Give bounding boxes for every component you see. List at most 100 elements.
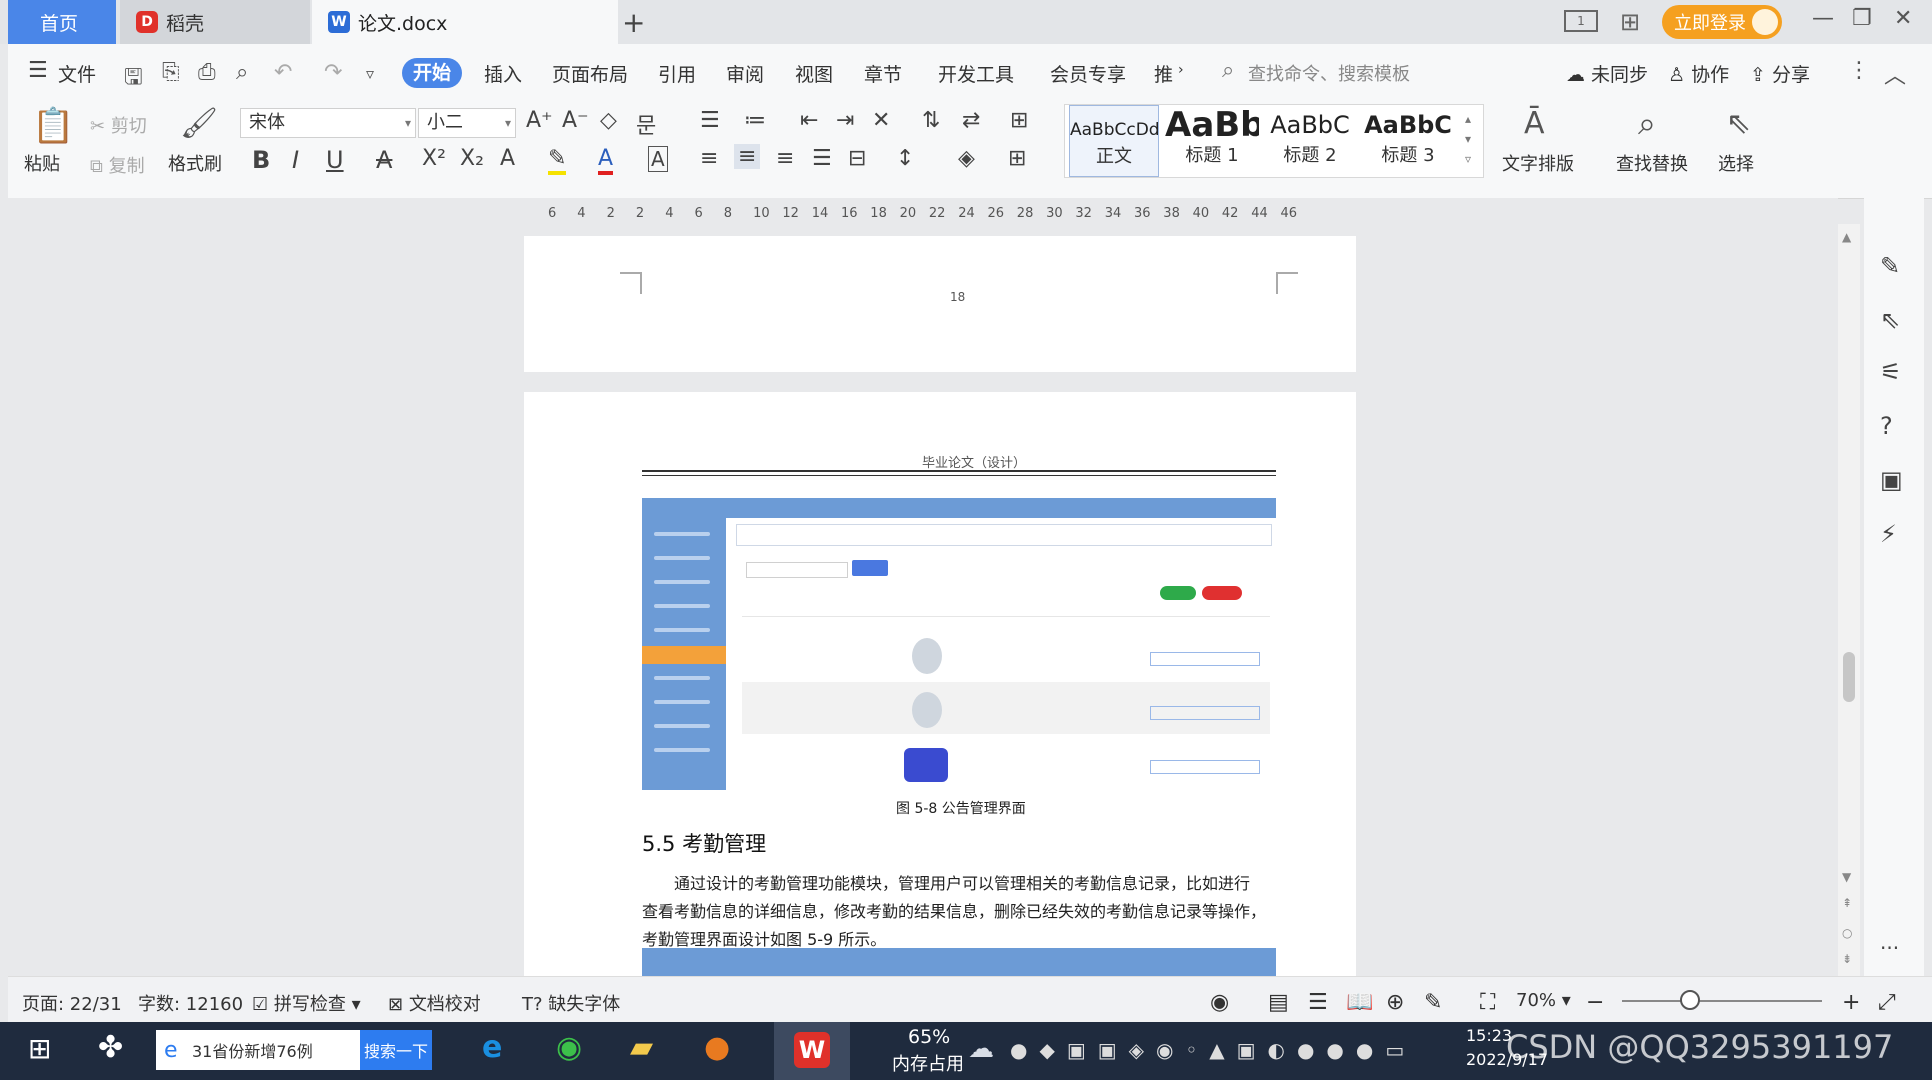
cut-button[interactable]: ✂ 剪切 [90, 112, 147, 138]
distribute-icon[interactable]: ⊟ [848, 146, 866, 171]
increase-indent-icon[interactable]: ⇥ [836, 108, 854, 133]
tab-document[interactable]: W 论文.docx [312, 0, 618, 44]
wps-taskbar-button[interactable]: W [774, 1022, 850, 1080]
collaborate-button[interactable]: ♙ 协作 [1668, 60, 1729, 87]
scroll-down-icon[interactable]: ▼ [1842, 870, 1851, 884]
menu-start[interactable]: 开始 [402, 58, 462, 88]
shading-icon[interactable]: ◈ [958, 146, 975, 171]
magnifier-icon[interactable]: ⌕ [1638, 104, 1656, 143]
close-icon[interactable]: ✕ [1894, 6, 1912, 31]
align-left-icon[interactable]: ≡ [700, 146, 718, 171]
chinese-layout-icon[interactable]: ✕ [872, 108, 890, 133]
more-icon[interactable]: ··· [1880, 936, 1899, 960]
paste-button[interactable]: 粘贴 [24, 150, 60, 176]
command-search-input[interactable]: 查找命令、搜索模板 [1248, 60, 1410, 86]
menu-member[interactable]: 会员专享 [1050, 60, 1126, 87]
style-gallery-scroll-icon[interactable]: ▴ ▾ ▿ [1465, 109, 1471, 169]
file-explorer-icon[interactable]: ▰ [630, 1030, 653, 1065]
print-preview-icon[interactable]: ⌕ [236, 60, 248, 85]
underline-icon[interactable]: U [326, 146, 344, 174]
style-heading-2[interactable]: AaBbC 标题 2 [1263, 105, 1357, 177]
align-center-icon[interactable]: ≡ [734, 144, 761, 169]
pointer-icon[interactable]: ⇖ [1880, 306, 1900, 334]
strikethrough-icon[interactable]: A [376, 146, 392, 174]
font-color-icon[interactable]: A [598, 146, 614, 175]
superscript-icon[interactable]: X² [422, 146, 446, 171]
style-heading-3[interactable]: AaBbC 标题 3 [1361, 105, 1455, 177]
italic-icon[interactable]: I [292, 146, 299, 174]
line-spacing-icon[interactable]: ↕ [896, 146, 914, 171]
sliders-icon[interactable]: ⚟ [1880, 358, 1902, 386]
figure-image[interactable] [642, 498, 1276, 790]
read-mode-icon[interactable]: 📖 [1346, 990, 1373, 1015]
zoom-out-icon[interactable]: − [1586, 990, 1604, 1015]
menu-more-chevron-icon[interactable]: › [1178, 62, 1184, 78]
sync-button[interactable]: ☁ 未同步 [1566, 60, 1648, 87]
zoom-level[interactable]: 70% ▾ [1516, 990, 1571, 1011]
text-layout-button[interactable]: 文字排版 [1502, 150, 1574, 176]
figure-image[interactable] [642, 948, 1276, 976]
show-marks-icon[interactable]: ⊞ [1010, 108, 1028, 133]
apps-grid-icon[interactable]: ⊞ [1620, 8, 1640, 36]
vertical-scrollbar[interactable]: ▲ ▼ ⇞ ○ ⇟ [1838, 224, 1860, 976]
shrink-font-icon[interactable]: A⁻ [562, 108, 589, 133]
login-button[interactable]: 立即登录 [1662, 5, 1782, 39]
page-view-icon[interactable]: ▤ [1268, 990, 1289, 1015]
clear-format-icon[interactable]: ◇ [600, 108, 617, 133]
print-icon[interactable]: ⎙ [198, 60, 216, 85]
format-painter-icon[interactable]: 🖌 [180, 106, 218, 141]
menu-review[interactable]: 审阅 [726, 60, 764, 87]
web-view-icon[interactable]: ⊕ [1386, 990, 1404, 1015]
section-title[interactable]: 5.5 考勤管理 [642, 828, 766, 858]
missing-font-button[interactable]: T? 缺失字体 [522, 990, 620, 1016]
export-pdf-icon[interactable]: ⎘ [162, 60, 180, 85]
taskbar-search-input[interactable]: 31省份新增76例 [156, 1030, 360, 1070]
bold-icon[interactable]: B [252, 146, 270, 174]
phonetic-guide-icon[interactable]: 문 [636, 108, 656, 140]
proofread-button[interactable]: ⊠ 文档校对 [388, 990, 481, 1016]
font-name-select[interactable]: 宋体 [240, 108, 416, 138]
menu-insert[interactable]: 插入 [484, 60, 522, 87]
system-tray-icons[interactable]: ●◆▣▣◈◉◦▲▣◐●●●▭ [1010, 1038, 1416, 1062]
select-button[interactable]: 选择 [1718, 150, 1754, 176]
taskbar-search-button[interactable]: 搜索一下 [360, 1030, 432, 1070]
redo-icon[interactable]: ↷ [324, 60, 342, 85]
quick-access-dropdown-icon[interactable]: ▿ [366, 64, 374, 83]
character-border-icon[interactable]: A [648, 146, 668, 172]
ruler[interactable] [8, 198, 1838, 224]
style-heading-1[interactable]: AaBb 标题 1 [1165, 105, 1259, 177]
align-right-icon[interactable]: ≡ [776, 146, 794, 171]
bullets-icon[interactable]: ☰ [700, 108, 720, 133]
scrollbar-thumb[interactable] [1843, 652, 1855, 702]
menu-file[interactable]: 文件 [58, 60, 96, 87]
zoom-in-icon[interactable]: + [1842, 990, 1860, 1015]
fit-page-icon[interactable]: ⛶ [1480, 990, 1495, 1015]
menu-recommend[interactable]: 推 [1154, 60, 1173, 87]
page-indicator[interactable]: 页面: 22/31 [22, 990, 122, 1016]
subscript-icon[interactable]: X₂ [460, 146, 484, 171]
sort-icon[interactable]: ⇅ [922, 108, 940, 133]
tab-home[interactable]: 首页 [8, 0, 116, 44]
eye-protection-icon[interactable]: ◉ [1210, 990, 1229, 1015]
scroll-up-icon[interactable]: ▲ [1842, 230, 1851, 244]
format-painter-button[interactable]: 格式刷 [168, 150, 222, 176]
style-normal[interactable]: AaBbCcDd 正文 [1069, 105, 1160, 177]
borders-icon[interactable]: ⊞ [1008, 146, 1026, 171]
menu-developer[interactable]: 开发工具 [938, 60, 1014, 87]
find-replace-button[interactable]: 查找替换 [1616, 150, 1688, 176]
minimize-icon[interactable]: — [1812, 6, 1834, 31]
help-icon[interactable]: ? [1880, 412, 1893, 440]
copy-button[interactable]: ⧉ 复制 [90, 152, 145, 178]
justify-icon[interactable]: ☰ [812, 146, 832, 171]
font-size-select[interactable]: 小二 [418, 108, 516, 138]
cursor-icon[interactable]: ⇖ [1726, 106, 1751, 141]
next-page-icon[interactable]: ⇟ [1842, 952, 1852, 966]
text-effect-icon[interactable]: A [500, 146, 515, 171]
more-options-icon[interactable]: ⋮ [1848, 58, 1870, 83]
browser-green-icon[interactable]: ◉ [556, 1030, 582, 1065]
internet-explorer-icon[interactable]: e [482, 1030, 502, 1065]
paragraph-line[interactable]: 通过设计的考勤管理功能模块，管理用户可以管理相关的考勤信息记录，比如进行 [674, 870, 1250, 894]
lightning-icon[interactable]: ⚡ [1880, 520, 1897, 548]
undo-icon[interactable]: ↶ [274, 60, 292, 85]
fullscreen-icon[interactable]: ⤢ [1878, 990, 1896, 1015]
